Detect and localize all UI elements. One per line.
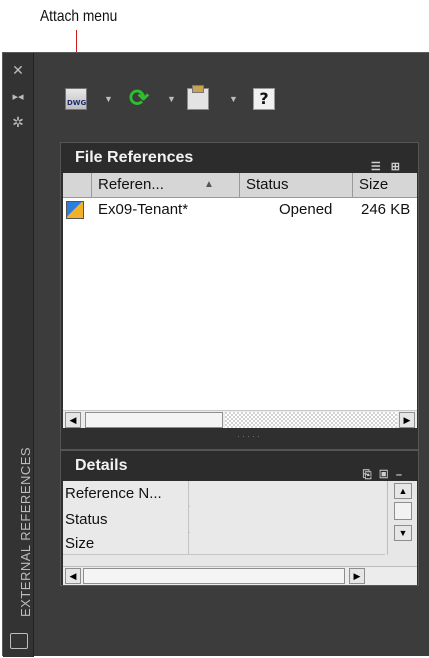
attach-dwg-icon[interactable]: DWG	[65, 88, 87, 110]
refresh-dropdown-icon[interactable]: ▼	[167, 94, 176, 104]
property-name: Size	[63, 533, 189, 554]
attach-dwg-tag: DWG	[67, 99, 87, 107]
details-title: Details	[75, 457, 128, 474]
property-value	[190, 481, 385, 507]
property-row[interactable]: Reference N...	[63, 481, 385, 507]
close-icon[interactable]: ✕	[11, 63, 25, 77]
details-panel: Details ⎘▣– Reference N... Status Size ▲	[60, 450, 419, 586]
change-path-dropdown-icon[interactable]: ▼	[229, 94, 238, 104]
size-column-label: Size	[359, 176, 389, 193]
drawing-file-icon	[66, 201, 84, 219]
scroll-up-icon[interactable]: ▲	[394, 483, 412, 499]
property-row[interactable]: Size	[63, 533, 385, 555]
splitter-grip-icon: ·····	[237, 431, 262, 441]
property-value	[190, 533, 385, 554]
callout-label: Attach menu	[40, 8, 118, 25]
row-size: 246 KB	[361, 201, 411, 218]
reference-column-label: Referen...	[98, 176, 164, 193]
details-header: Details ⎘▣–	[61, 451, 418, 481]
table-row[interactable]: Ex09-Tenant* Opened 246 KB	[63, 198, 417, 222]
palette-titlebar: ✕ ▸◂ ✲ EXTERNAL REFERENCES	[3, 53, 34, 657]
row-status: Opened	[279, 201, 333, 218]
help-icon[interactable]: ?	[253, 88, 275, 110]
scroll-right-icon[interactable]: ▶	[349, 568, 365, 584]
file-references-panel: File References ☰⊞ Referen... ▲ Status S…	[60, 142, 419, 450]
attach-dropdown-icon[interactable]: ▼	[104, 94, 113, 104]
scroll-left-icon[interactable]: ◀	[65, 568, 81, 584]
details-property-grid: Reference N... Status Size ▲ ▼ ◀ ▶	[63, 481, 417, 585]
property-value	[190, 507, 385, 533]
toolbar: DWG ▼ ⟳ ▼ ▼ ?	[34, 53, 429, 131]
status-column-label: Status	[246, 176, 289, 193]
scrollbar-thumb[interactable]	[83, 568, 345, 584]
sort-ascending-icon: ▲	[204, 179, 214, 190]
size-column-header[interactable]: Size	[353, 173, 423, 198]
scrollbar-thumb[interactable]	[85, 412, 223, 428]
screenshot: Attach menu ✕ ▸◂ ✲ EXTERNAL REFERENCES D…	[0, 0, 429, 658]
row-reference-name: Ex09-Tenant*	[98, 201, 189, 218]
reference-column-header[interactable]: Referen... ▲	[92, 173, 240, 198]
vertical-scrollbar-thumb[interactable]	[394, 502, 412, 520]
file-references-header: File References ☰⊞	[61, 143, 418, 173]
change-path-icon[interactable]	[187, 85, 209, 110]
external-references-palette: ✕ ▸◂ ✲ EXTERNAL REFERENCES DWG ▼ ⟳ ▼ ▼ ?…	[2, 52, 429, 657]
property-name: Status	[63, 507, 189, 533]
status-column-header[interactable]: Status	[240, 173, 353, 198]
scroll-right-icon[interactable]: ▶	[399, 412, 415, 428]
auto-hide-icon[interactable]: ▸◂	[11, 90, 25, 104]
palette-menu-icon[interactable]	[10, 633, 28, 649]
horizontal-scrollbar[interactable]: ◀ ▶	[63, 410, 417, 428]
palette-title: EXTERNAL REFERENCES	[18, 446, 33, 617]
details-horizontal-scrollbar[interactable]: ◀ ▶	[63, 566, 417, 585]
vertical-scrollbar[interactable]: ▲ ▼	[387, 481, 417, 555]
icon-column-header[interactable]	[63, 173, 92, 198]
refresh-icon[interactable]: ⟳	[128, 87, 150, 111]
file-references-title: File References	[75, 149, 194, 166]
scrollbar-track[interactable]	[225, 412, 397, 428]
scroll-down-icon[interactable]: ▼	[394, 525, 412, 541]
panel-splitter[interactable]: ·····	[61, 428, 418, 449]
property-row[interactable]: Status	[63, 507, 385, 533]
scroll-left-icon[interactable]: ◀	[65, 412, 81, 428]
properties-icon[interactable]: ✲	[11, 115, 25, 129]
file-references-column-header: Referen... ▲ Status Size	[63, 173, 417, 198]
property-name: Reference N...	[63, 481, 189, 507]
